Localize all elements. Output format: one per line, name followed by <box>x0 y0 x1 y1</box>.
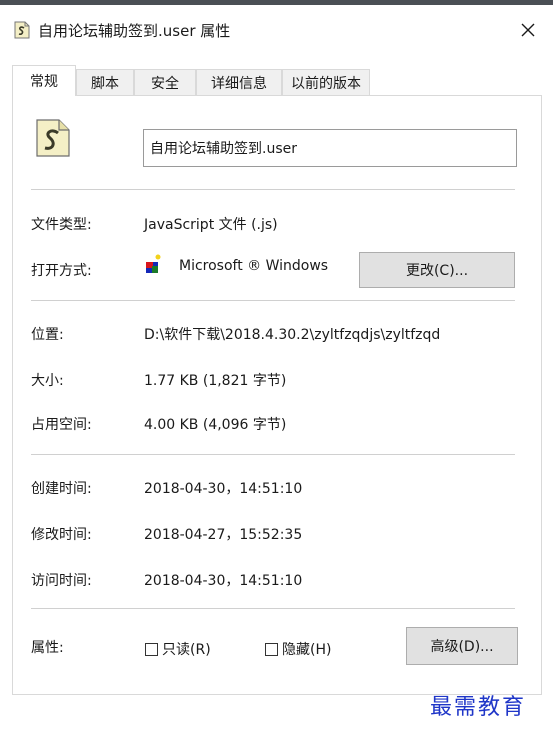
hidden-label: 隐藏(H) <box>282 642 332 658</box>
file-type-value: JavaScript 文件 (.js) <box>144 217 278 233</box>
size-on-disk-label: 占用空间: <box>31 417 92 433</box>
size-value: 1.77 KB (1,821 字节) <box>144 373 287 389</box>
attributes-label: 属性: <box>31 640 64 656</box>
modified-label: 修改时间: <box>31 527 92 543</box>
created-label: 创建时间: <box>31 481 92 497</box>
window-title: 自用论坛辅助签到.user 属性 <box>38 22 231 40</box>
tab-previous-versions[interactable]: 以前的版本 <box>282 69 370 95</box>
open-with-label: 打开方式: <box>31 263 92 279</box>
readonly-label: 只读(R) <box>162 642 211 658</box>
filename-input[interactable] <box>143 129 517 167</box>
script-file-icon <box>14 21 30 39</box>
close-icon <box>521 23 535 37</box>
modified-value: 2018-04-27，15:52:35 <box>144 527 303 543</box>
tab-strip: 常规 脚本 安全 详细信息 以前的版本 <box>12 65 542 96</box>
tab-general[interactable]: 常规 <box>12 65 76 96</box>
hidden-checkbox-box[interactable] <box>265 642 278 656</box>
watermark: 最需教育 <box>430 695 527 720</box>
tab-security[interactable]: 安全 <box>134 69 196 95</box>
advanced-button[interactable]: 高级(D)... <box>406 627 518 665</box>
tab-details[interactable]: 详细信息 <box>196 69 282 95</box>
hidden-checkbox[interactable]: 隐藏(H) <box>265 639 331 659</box>
created-value: 2018-04-30，14:51:10 <box>144 481 303 497</box>
title-bar[interactable]: 自用论坛辅助签到.user 属性 <box>0 5 553 53</box>
open-with-value: Microsoft ® Windows <box>179 258 329 274</box>
general-tab-panel: 文件类型: JavaScript 文件 (.js) 打开方式: Microsof… <box>12 95 542 695</box>
divider <box>31 189 515 190</box>
divider <box>31 608 515 609</box>
divider <box>31 454 515 455</box>
properties-dialog: 自用论坛辅助签到.user 属性 常规 脚本 安全 详细信息 以前的版本 文件类… <box>0 5 553 734</box>
accessed-value: 2018-04-30，14:51:10 <box>144 573 303 589</box>
divider <box>31 300 515 301</box>
location-label: 位置: <box>31 327 64 343</box>
close-button[interactable] <box>508 13 548 47</box>
file-type-label: 文件类型: <box>31 217 92 233</box>
size-label: 大小: <box>31 373 64 389</box>
script-file-icon <box>36 119 70 157</box>
windows-script-host-icon <box>146 254 161 273</box>
readonly-checkbox-box[interactable] <box>145 642 158 656</box>
accessed-label: 访问时间: <box>31 573 92 589</box>
readonly-checkbox[interactable]: 只读(R) <box>145 639 211 659</box>
change-button[interactable]: 更改(C)... <box>359 252 515 288</box>
tab-script[interactable]: 脚本 <box>76 69 134 95</box>
size-on-disk-value: 4.00 KB (4,096 字节) <box>144 417 287 433</box>
location-value: D:\软件下载\2018.4.30.2\zyltfzqdjs\zyltfzqd <box>144 327 441 343</box>
